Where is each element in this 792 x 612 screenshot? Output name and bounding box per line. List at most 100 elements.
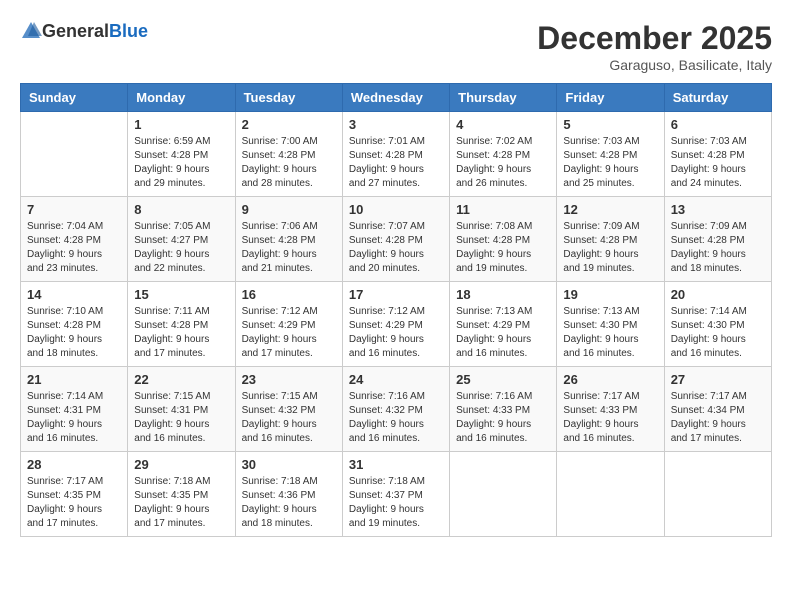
week-row-1: 1 Sunrise: 6:59 AM Sunset: 4:28 PM Daylig… <box>21 112 772 197</box>
logo-icon <box>20 20 42 42</box>
weekday-header-sunday: Sunday <box>21 84 128 112</box>
day-number: 18 <box>456 287 550 302</box>
day-info: Sunrise: 7:11 AM Sunset: 4:28 PM Dayligh… <box>134 305 228 361</box>
calendar-cell: 5Sunrise: 7:03 AM Sunset: 4:28 PM Daylig… <box>557 112 664 197</box>
day-number: 6 <box>671 117 765 132</box>
day-number: 24 <box>349 372 443 387</box>
day-info: Sunrise: 7:17 AM Sunset: 4:35 PM Dayligh… <box>27 475 121 531</box>
calendar-cell: 24 Sunrise: 7:16 AM Sunset: 4:32 PM Dayli… <box>342 367 449 452</box>
day-info: Sunrise: 7:18 AM Sunset: 4:37 PM Dayligh… <box>349 475 443 531</box>
calendar-cell <box>664 452 771 537</box>
day-number: 15 <box>134 287 228 302</box>
day-number: 4 <box>456 117 550 132</box>
weekday-header-thursday: Thursday <box>450 84 557 112</box>
header: GeneralBlue December 2025 Garaguso, Basi… <box>20 20 772 73</box>
day-number: 8 <box>134 202 228 217</box>
day-number: 5 <box>563 117 657 132</box>
week-row-3: 14 Sunrise: 7:10 AM Sunset: 4:28 PM Dayli… <box>21 282 772 367</box>
day-number: 14 <box>27 287 121 302</box>
day-number: 22 <box>134 372 228 387</box>
calendar-cell: 18 Sunrise: 7:13 AM Sunset: 4:29 PM Dayli… <box>450 282 557 367</box>
day-info: Sunrise: 7:18 AM Sunset: 4:35 PM Dayligh… <box>134 475 228 531</box>
calendar-cell: 23 Sunrise: 7:15 AM Sunset: 4:32 PM Dayli… <box>235 367 342 452</box>
day-info: Sunrise: 7:01 AM Sunset: 4:28 PM Dayligh… <box>349 135 443 191</box>
calendar-cell: 8 Sunrise: 7:05 AM Sunset: 4:27 PM Daylig… <box>128 197 235 282</box>
day-info: Sunrise: 7:09 AM Sunset: 4:28 PM Dayligh… <box>671 220 765 276</box>
day-info: Sunrise: 6:59 AM Sunset: 4:28 PM Dayligh… <box>134 135 228 191</box>
calendar-cell: 2 Sunrise: 7:00 AM Sunset: 4:28 PM Daylig… <box>235 112 342 197</box>
week-row-2: 7Sunrise: 7:04 AM Sunset: 4:28 PM Daylig… <box>21 197 772 282</box>
calendar-cell: 20Sunrise: 7:14 AM Sunset: 4:30 PM Dayli… <box>664 282 771 367</box>
day-info: Sunrise: 7:08 AM Sunset: 4:28 PM Dayligh… <box>456 220 550 276</box>
day-number: 11 <box>456 202 550 217</box>
day-number: 16 <box>242 287 336 302</box>
calendar-cell: 3 Sunrise: 7:01 AM Sunset: 4:28 PM Daylig… <box>342 112 449 197</box>
calendar-cell: 31 Sunrise: 7:18 AM Sunset: 4:37 PM Dayli… <box>342 452 449 537</box>
day-info: Sunrise: 7:17 AM Sunset: 4:34 PM Dayligh… <box>671 390 765 446</box>
day-info: Sunrise: 7:12 AM Sunset: 4:29 PM Dayligh… <box>349 305 443 361</box>
day-number: 10 <box>349 202 443 217</box>
day-number: 30 <box>242 457 336 472</box>
day-number: 21 <box>27 372 121 387</box>
calendar-cell <box>557 452 664 537</box>
week-row-4: 21 Sunrise: 7:14 AM Sunset: 4:31 PM Dayli… <box>21 367 772 452</box>
calendar-cell: 21 Sunrise: 7:14 AM Sunset: 4:31 PM Dayli… <box>21 367 128 452</box>
day-number: 20 <box>671 287 765 302</box>
weekday-header-friday: Friday <box>557 84 664 112</box>
calendar-table: SundayMondayTuesdayWednesdayThursdayFrid… <box>20 83 772 537</box>
day-info: Sunrise: 7:18 AM Sunset: 4:36 PM Dayligh… <box>242 475 336 531</box>
calendar-cell: 1 Sunrise: 6:59 AM Sunset: 4:28 PM Daylig… <box>128 112 235 197</box>
day-number: 2 <box>242 117 336 132</box>
title-area: December 2025 Garaguso, Basilicate, Ital… <box>537 20 772 73</box>
calendar-cell: 7Sunrise: 7:04 AM Sunset: 4:28 PM Daylig… <box>21 197 128 282</box>
calendar-cell: 28 Sunrise: 7:17 AM Sunset: 4:35 PM Dayli… <box>21 452 128 537</box>
day-info: Sunrise: 7:02 AM Sunset: 4:28 PM Dayligh… <box>456 135 550 191</box>
day-number: 26 <box>563 372 657 387</box>
day-number: 31 <box>349 457 443 472</box>
day-info: Sunrise: 7:07 AM Sunset: 4:28 PM Dayligh… <box>349 220 443 276</box>
calendar-cell: 12Sunrise: 7:09 AM Sunset: 4:28 PM Dayli… <box>557 197 664 282</box>
logo-text-general: General <box>42 21 109 42</box>
day-info: Sunrise: 7:16 AM Sunset: 4:32 PM Dayligh… <box>349 390 443 446</box>
calendar-cell <box>21 112 128 197</box>
day-info: Sunrise: 7:15 AM Sunset: 4:32 PM Dayligh… <box>242 390 336 446</box>
day-info: Sunrise: 7:14 AM Sunset: 4:31 PM Dayligh… <box>27 390 121 446</box>
day-number: 13 <box>671 202 765 217</box>
calendar-cell: 16 Sunrise: 7:12 AM Sunset: 4:29 PM Dayli… <box>235 282 342 367</box>
day-info: Sunrise: 7:05 AM Sunset: 4:27 PM Dayligh… <box>134 220 228 276</box>
calendar-cell: 27Sunrise: 7:17 AM Sunset: 4:34 PM Dayli… <box>664 367 771 452</box>
logo: GeneralBlue <box>20 20 148 42</box>
day-info: Sunrise: 7:06 AM Sunset: 4:28 PM Dayligh… <box>242 220 336 276</box>
day-info: Sunrise: 7:00 AM Sunset: 4:28 PM Dayligh… <box>242 135 336 191</box>
calendar-cell: 17 Sunrise: 7:12 AM Sunset: 4:29 PM Dayli… <box>342 282 449 367</box>
day-number: 9 <box>242 202 336 217</box>
day-number: 3 <box>349 117 443 132</box>
weekday-header-row: SundayMondayTuesdayWednesdayThursdayFrid… <box>21 84 772 112</box>
calendar-cell: 22 Sunrise: 7:15 AM Sunset: 4:31 PM Dayli… <box>128 367 235 452</box>
day-number: 1 <box>134 117 228 132</box>
calendar-cell: 10 Sunrise: 7:07 AM Sunset: 4:28 PM Dayli… <box>342 197 449 282</box>
calendar-cell: 26 Sunrise: 7:17 AM Sunset: 4:33 PM Dayli… <box>557 367 664 452</box>
day-number: 19 <box>563 287 657 302</box>
day-info: Sunrise: 7:13 AM Sunset: 4:29 PM Dayligh… <box>456 305 550 361</box>
logo-text-blue: Blue <box>109 21 148 42</box>
day-info: Sunrise: 7:12 AM Sunset: 4:29 PM Dayligh… <box>242 305 336 361</box>
day-number: 29 <box>134 457 228 472</box>
calendar-cell: 11 Sunrise: 7:08 AM Sunset: 4:28 PM Dayli… <box>450 197 557 282</box>
day-number: 17 <box>349 287 443 302</box>
day-number: 28 <box>27 457 121 472</box>
location-subtitle: Garaguso, Basilicate, Italy <box>537 57 772 73</box>
calendar-cell: 6Sunrise: 7:03 AM Sunset: 4:28 PM Daylig… <box>664 112 771 197</box>
day-info: Sunrise: 7:13 AM Sunset: 4:30 PM Dayligh… <box>563 305 657 361</box>
day-info: Sunrise: 7:16 AM Sunset: 4:33 PM Dayligh… <box>456 390 550 446</box>
day-info: Sunrise: 7:15 AM Sunset: 4:31 PM Dayligh… <box>134 390 228 446</box>
day-info: Sunrise: 7:17 AM Sunset: 4:33 PM Dayligh… <box>563 390 657 446</box>
weekday-header-monday: Monday <box>128 84 235 112</box>
day-number: 7 <box>27 202 121 217</box>
month-title: December 2025 <box>537 20 772 57</box>
day-info: Sunrise: 7:10 AM Sunset: 4:28 PM Dayligh… <box>27 305 121 361</box>
weekday-header-wednesday: Wednesday <box>342 84 449 112</box>
day-number: 23 <box>242 372 336 387</box>
weekday-header-saturday: Saturday <box>664 84 771 112</box>
calendar-cell: 13 Sunrise: 7:09 AM Sunset: 4:28 PM Dayli… <box>664 197 771 282</box>
